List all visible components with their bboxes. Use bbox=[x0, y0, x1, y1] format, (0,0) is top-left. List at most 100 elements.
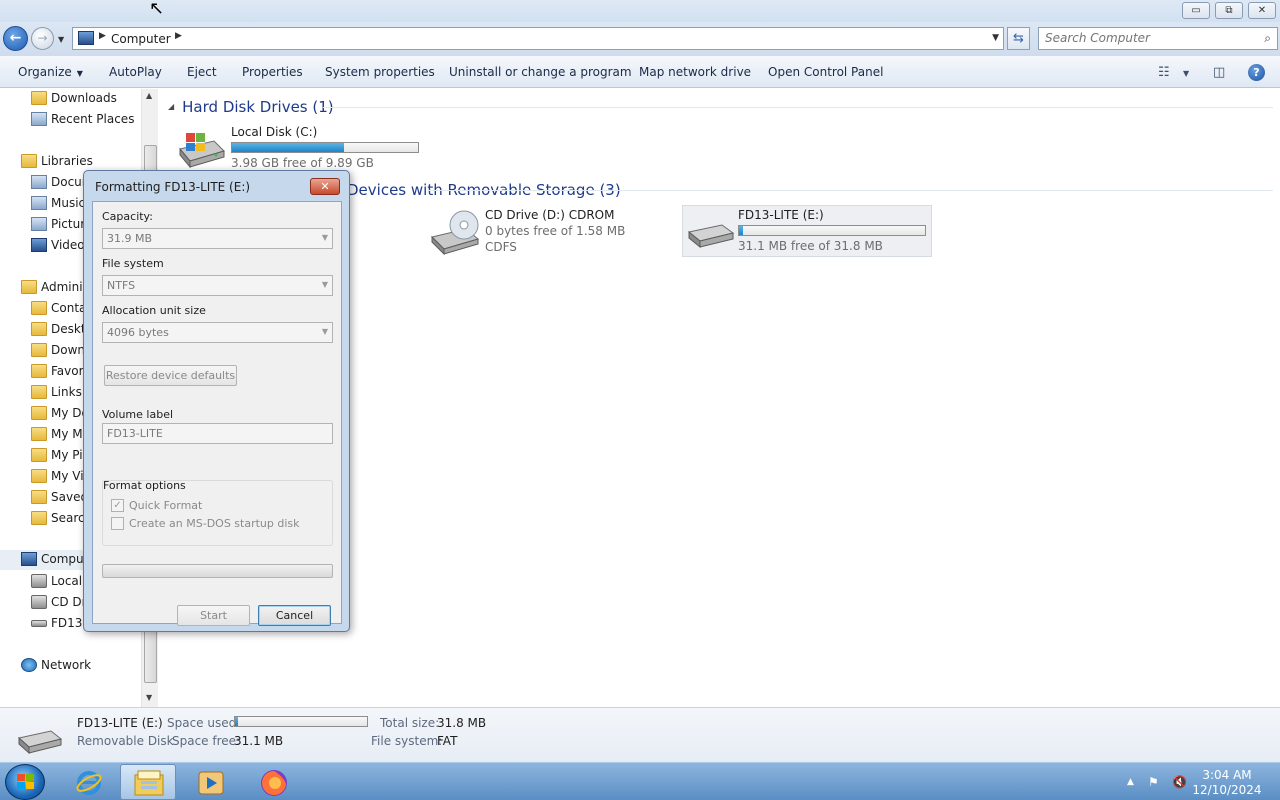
start-button-dialog[interactable]: Start bbox=[177, 605, 250, 626]
breadcrumb-separator-icon[interactable]: ▶ bbox=[175, 31, 182, 41]
collapse-triangle-icon[interactable]: ◢ bbox=[168, 102, 174, 111]
taskbar-firefox[interactable] bbox=[246, 764, 302, 800]
details-pane: FD13-LITE (E:) Removable Disk Space used… bbox=[0, 707, 1280, 762]
help-icon[interactable]: ? bbox=[1248, 64, 1265, 81]
details-drive-type: Removable Disk bbox=[77, 734, 174, 748]
computer-icon bbox=[78, 31, 94, 45]
forward-button[interactable]: → bbox=[31, 27, 54, 50]
scroll-down-arrow-icon[interactable]: ▼ bbox=[146, 693, 152, 702]
map-network-drive-button[interactable]: Map network drive bbox=[639, 65, 751, 79]
drive-name: Local Disk (C:) bbox=[231, 125, 318, 139]
group-divider bbox=[323, 107, 1273, 108]
restore-button[interactable]: ⧉ bbox=[1215, 2, 1243, 19]
restore-defaults-button[interactable]: Restore device defaults bbox=[104, 365, 237, 386]
firefox-icon bbox=[261, 770, 287, 796]
music-icon bbox=[31, 196, 47, 210]
properties-button[interactable]: Properties bbox=[242, 65, 303, 79]
internet-explorer-icon bbox=[76, 771, 102, 795]
space-free-label: Space free: bbox=[172, 734, 241, 748]
preview-pane-icon[interactable]: ◫ bbox=[1213, 65, 1225, 80]
address-bar[interactable]: ▶ Computer ▶ ▼ bbox=[72, 27, 1004, 50]
drive-usb-selected[interactable]: FD13-LITE (E:) 31.1 MB free of 31.8 MB bbox=[682, 205, 932, 257]
drive-usage-bar bbox=[738, 225, 926, 236]
details-drive-name: FD13-LITE (E:) bbox=[77, 716, 163, 730]
system-properties-button[interactable]: System properties bbox=[325, 65, 435, 79]
folder-icon bbox=[31, 511, 47, 525]
action-center-icon[interactable]: ⚑ bbox=[1148, 775, 1159, 789]
folder-icon bbox=[31, 406, 47, 420]
usb-drive-icon bbox=[17, 730, 63, 754]
autoplay-button[interactable]: AutoPlay bbox=[109, 65, 162, 79]
volume-label-value: FD13-LITE bbox=[107, 427, 163, 440]
nav-label: Downloads bbox=[51, 91, 117, 105]
address-history-dropdown-icon[interactable]: ▼ bbox=[992, 33, 999, 43]
organize-menu[interactable]: Organize ▼ bbox=[18, 65, 83, 79]
mouse-cursor-icon: ↖ bbox=[149, 0, 165, 19]
space-used-label: Space used: bbox=[167, 716, 241, 730]
show-hidden-icons-icon[interactable]: ▲ bbox=[1127, 777, 1134, 787]
file-system-label: File system bbox=[102, 257, 164, 270]
windows-logo-icon bbox=[17, 774, 34, 789]
chevron-down-icon: ▼ bbox=[321, 233, 328, 242]
volume-label-input[interactable]: FD13-LITE bbox=[102, 423, 333, 444]
quick-format-checkbox[interactable]: ✓ bbox=[111, 499, 124, 512]
pictures-icon bbox=[31, 217, 47, 231]
taskbar-internet-explorer[interactable] bbox=[61, 764, 117, 800]
open-control-panel-button[interactable]: Open Control Panel bbox=[768, 65, 883, 79]
group-header-hard-disks[interactable]: ◢ Hard Disk Drives (1) bbox=[168, 98, 334, 116]
msdos-startup-label: Create an MS-DOS startup disk bbox=[129, 517, 300, 530]
allocation-value: 4096 bytes bbox=[107, 326, 169, 339]
nav-label: Recent Places bbox=[51, 112, 135, 126]
change-view-icon[interactable]: ☷ bbox=[1158, 65, 1170, 80]
drive-usage-fill bbox=[232, 143, 344, 152]
system-clock[interactable]: 3:04 AM 12/10/2024 bbox=[1192, 768, 1262, 798]
scroll-up-arrow-icon[interactable]: ▲ bbox=[146, 91, 152, 100]
total-size-label: Total size: bbox=[380, 716, 440, 730]
nav-label: Network bbox=[41, 658, 92, 672]
user-folder-icon bbox=[21, 280, 37, 294]
breadcrumb-computer[interactable]: Computer bbox=[111, 32, 171, 46]
space-used-bar bbox=[234, 716, 368, 727]
file-system-value: FAT bbox=[437, 734, 458, 748]
uninstall-program-button[interactable]: Uninstall or change a program bbox=[449, 65, 632, 79]
dialog-close-button[interactable]: ✕ bbox=[310, 178, 340, 195]
format-options-label: Format options bbox=[103, 479, 186, 492]
search-icon[interactable]: ⌕ bbox=[1264, 31, 1271, 46]
view-options-chevron-icon[interactable]: ▼ bbox=[1183, 69, 1189, 78]
chevron-down-icon: ▼ bbox=[76, 69, 83, 78]
start-button[interactable] bbox=[5, 764, 45, 800]
network-icon bbox=[21, 658, 37, 672]
drive-usage-bar bbox=[231, 142, 419, 153]
videos-icon bbox=[31, 238, 47, 252]
allocation-select[interactable]: 4096 bytes ▼ bbox=[102, 322, 333, 343]
disk-icon bbox=[31, 574, 47, 588]
refresh-button[interactable]: ⇆ bbox=[1007, 27, 1030, 50]
clock-time: 3:04 AM bbox=[1202, 768, 1252, 782]
capacity-select[interactable]: 31.9 MB ▼ bbox=[102, 228, 333, 249]
msdos-startup-checkbox[interactable] bbox=[111, 517, 124, 530]
format-progress-bar bbox=[102, 564, 333, 578]
close-window-button[interactable]: ✕ bbox=[1248, 2, 1276, 19]
search-box[interactable]: ⌕ bbox=[1038, 27, 1278, 50]
allocation-label: Allocation unit size bbox=[102, 304, 206, 317]
usb-drive-icon bbox=[31, 620, 47, 627]
address-bar-row: ← → ▼ ▶ Computer ▶ ▼ ⇆ ⌕ bbox=[0, 22, 1280, 56]
drive-free-space: 31.1 MB free of 31.8 MB bbox=[738, 239, 883, 253]
taskbar-windows-explorer[interactable] bbox=[120, 764, 176, 800]
group-divider bbox=[428, 190, 1273, 191]
volume-muted-icon[interactable]: 🔇 bbox=[1172, 775, 1187, 789]
recent-places-icon bbox=[31, 112, 47, 126]
folder-icon bbox=[31, 343, 47, 357]
file-explorer-icon bbox=[134, 770, 164, 796]
cancel-button[interactable]: Cancel bbox=[258, 605, 331, 626]
minimize-button[interactable]: ▭ bbox=[1182, 2, 1210, 19]
recent-pages-dropdown-icon[interactable]: ▼ bbox=[58, 35, 64, 44]
file-system-label: File system: bbox=[371, 734, 443, 748]
folder-icon bbox=[31, 448, 47, 462]
back-button[interactable]: ← bbox=[3, 26, 28, 51]
eject-button[interactable]: Eject bbox=[187, 65, 217, 79]
taskbar-media-player[interactable] bbox=[183, 764, 239, 800]
file-system-select[interactable]: NTFS ▼ bbox=[102, 275, 333, 296]
computer-icon bbox=[21, 552, 37, 566]
search-input[interactable] bbox=[1045, 31, 1255, 45]
